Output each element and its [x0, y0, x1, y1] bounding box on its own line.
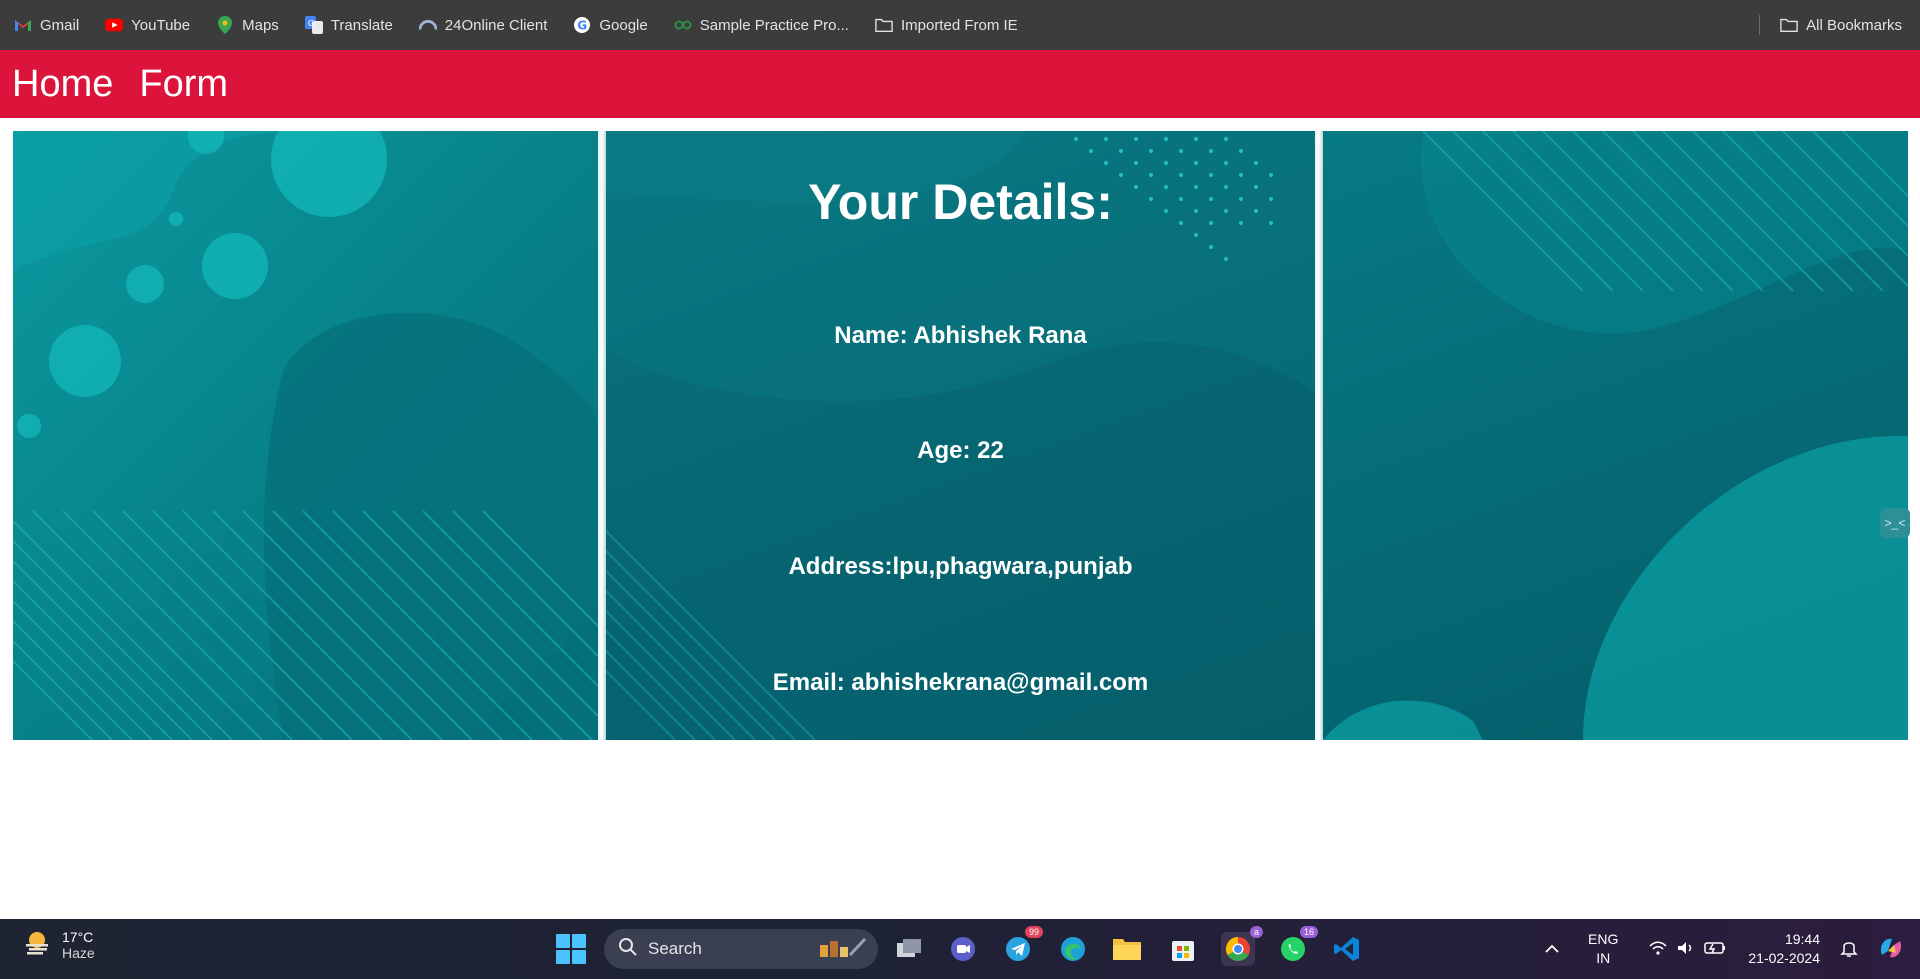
bookmark-imported-from-ie[interactable]: Imported From IE [875, 16, 1018, 34]
system-tray: ENG IN 19:44 21-02-2024 [1544, 919, 1920, 979]
detail-email: Email: abhishekrana@gmail.com [772, 669, 1149, 696]
clock-time: 19:44 [1784, 931, 1820, 947]
bookmark-google[interactable]: G Google [573, 16, 648, 34]
google-icon: G [573, 16, 591, 34]
bookmark-label: Sample Practice Pro... [699, 16, 849, 34]
whatsapp-badge: 16 [1299, 926, 1318, 938]
chrome-profile-badge: a [1249, 926, 1263, 938]
detail-address: Address:lpu,phagwara,punjab [788, 553, 1133, 580]
bookmark-youtube[interactable]: YouTube [105, 16, 190, 34]
search-highlight-icon [810, 935, 870, 964]
file-explorer-icon[interactable] [1110, 932, 1144, 966]
clock-date: 21-02-2024 [1748, 950, 1820, 966]
detail-name: Name: Abhishek Rana [834, 322, 1087, 349]
teams-meet-icon[interactable] [946, 932, 980, 966]
telegram-icon[interactable]: 99 [1001, 926, 1043, 966]
translate-icon: G [304, 16, 323, 34]
search-placeholder: Search [648, 939, 702, 958]
weather-temperature: 17°C [62, 928, 94, 945]
panel-divider [598, 131, 606, 740]
folder-icon [1780, 16, 1798, 34]
svg-text:G: G [578, 19, 588, 33]
volume-icon[interactable] [1676, 940, 1696, 959]
copilot-icon[interactable] [1876, 933, 1906, 966]
bookmark-label: 24Online Client [444, 16, 548, 34]
detail-age: Age: 22 [917, 437, 1004, 464]
background-panel-right [1323, 131, 1908, 740]
background-panel-left [13, 131, 598, 740]
telegram-badge: 99 [1024, 926, 1043, 938]
whatsapp-icon[interactable]: 16 [1276, 926, 1318, 966]
nav-home-link[interactable]: Home [12, 63, 113, 106]
windows-logo-icon [556, 934, 570, 948]
gfg-icon [674, 16, 692, 34]
weather-condition: Haze [62, 944, 95, 961]
bookmark-label: Translate [330, 16, 393, 34]
battery-icon[interactable] [1704, 940, 1726, 959]
notifications-bell-icon[interactable] [1840, 938, 1858, 961]
bookmarks-bar: Gmail YouTube Maps G Translate 24Online … [0, 0, 1920, 50]
bookmark-sample-practice[interactable]: Sample Practice Pro... [674, 16, 849, 34]
chevron-up-icon[interactable] [1544, 941, 1560, 957]
maps-icon [216, 16, 234, 34]
svg-text:G: G [308, 19, 314, 28]
chrome-browser-icon[interactable]: a [1221, 926, 1263, 966]
task-view-icon[interactable] [892, 932, 926, 966]
youtube-icon [105, 16, 124, 34]
wifi-icon[interactable] [1648, 940, 1668, 959]
vscode-icon[interactable] [1330, 932, 1364, 966]
folder-icon [875, 16, 893, 34]
bookmark-maps[interactable]: Maps [216, 16, 279, 34]
windows-taskbar: 17°C Haze Search 99 a 16 ENG IN 19:44 21… [0, 919, 1920, 979]
bookmark-gmail[interactable]: Gmail [14, 16, 79, 34]
bookmark-label: YouTube [131, 16, 191, 34]
details-title: Your Details: [808, 174, 1113, 230]
weather-sun-icon [22, 927, 52, 962]
24online-icon [418, 16, 437, 34]
side-extension-widget[interactable]: >_< [1880, 508, 1910, 538]
bookmark-24online[interactable]: 24Online Client [418, 16, 548, 34]
nav-form-link[interactable]: Form [139, 63, 228, 106]
clock[interactable]: 19:44 21-02-2024 [1748, 930, 1820, 968]
microsoft-store-icon[interactable] [1166, 932, 1200, 966]
region-code: IN [1596, 950, 1611, 966]
gmail-icon [14, 16, 32, 34]
all-bookmarks-button[interactable]: All Bookmarks [1780, 16, 1902, 34]
edge-browser-icon[interactable] [1056, 932, 1090, 966]
details-banner: Your Details: Name: Abhishek Rana Age: 2… [13, 131, 1908, 740]
bookmark-translate[interactable]: G Translate [304, 16, 393, 34]
language-indicator[interactable]: ENG IN [1588, 930, 1618, 968]
windows-start-button[interactable] [556, 934, 586, 964]
panel-divider [1315, 131, 1323, 740]
site-navbar: Home Form [0, 50, 1920, 118]
language-code: ENG [1588, 931, 1619, 947]
taskbar-search-box[interactable]: Search [604, 929, 878, 969]
windows-logo-icon [572, 934, 586, 948]
extension-icon: >_< [1884, 516, 1906, 530]
details-card: Your Details: Name: Abhishek Rana Age: 2… [606, 131, 1315, 740]
all-bookmarks-label: All Bookmarks [1806, 16, 1902, 34]
windows-logo-icon [572, 950, 586, 964]
search-icon [618, 937, 638, 962]
bookmarks-separator [1759, 15, 1761, 35]
bookmark-label: Maps [242, 16, 279, 34]
bookmark-label: Imported From IE [900, 16, 1018, 34]
windows-logo-icon [556, 950, 570, 964]
weather-widget[interactable]: 17°C Haze [22, 927, 95, 962]
bookmark-label: Google [599, 16, 648, 34]
bookmark-label: Gmail [40, 16, 80, 34]
all-bookmarks-area: All Bookmarks [1759, 0, 1902, 50]
